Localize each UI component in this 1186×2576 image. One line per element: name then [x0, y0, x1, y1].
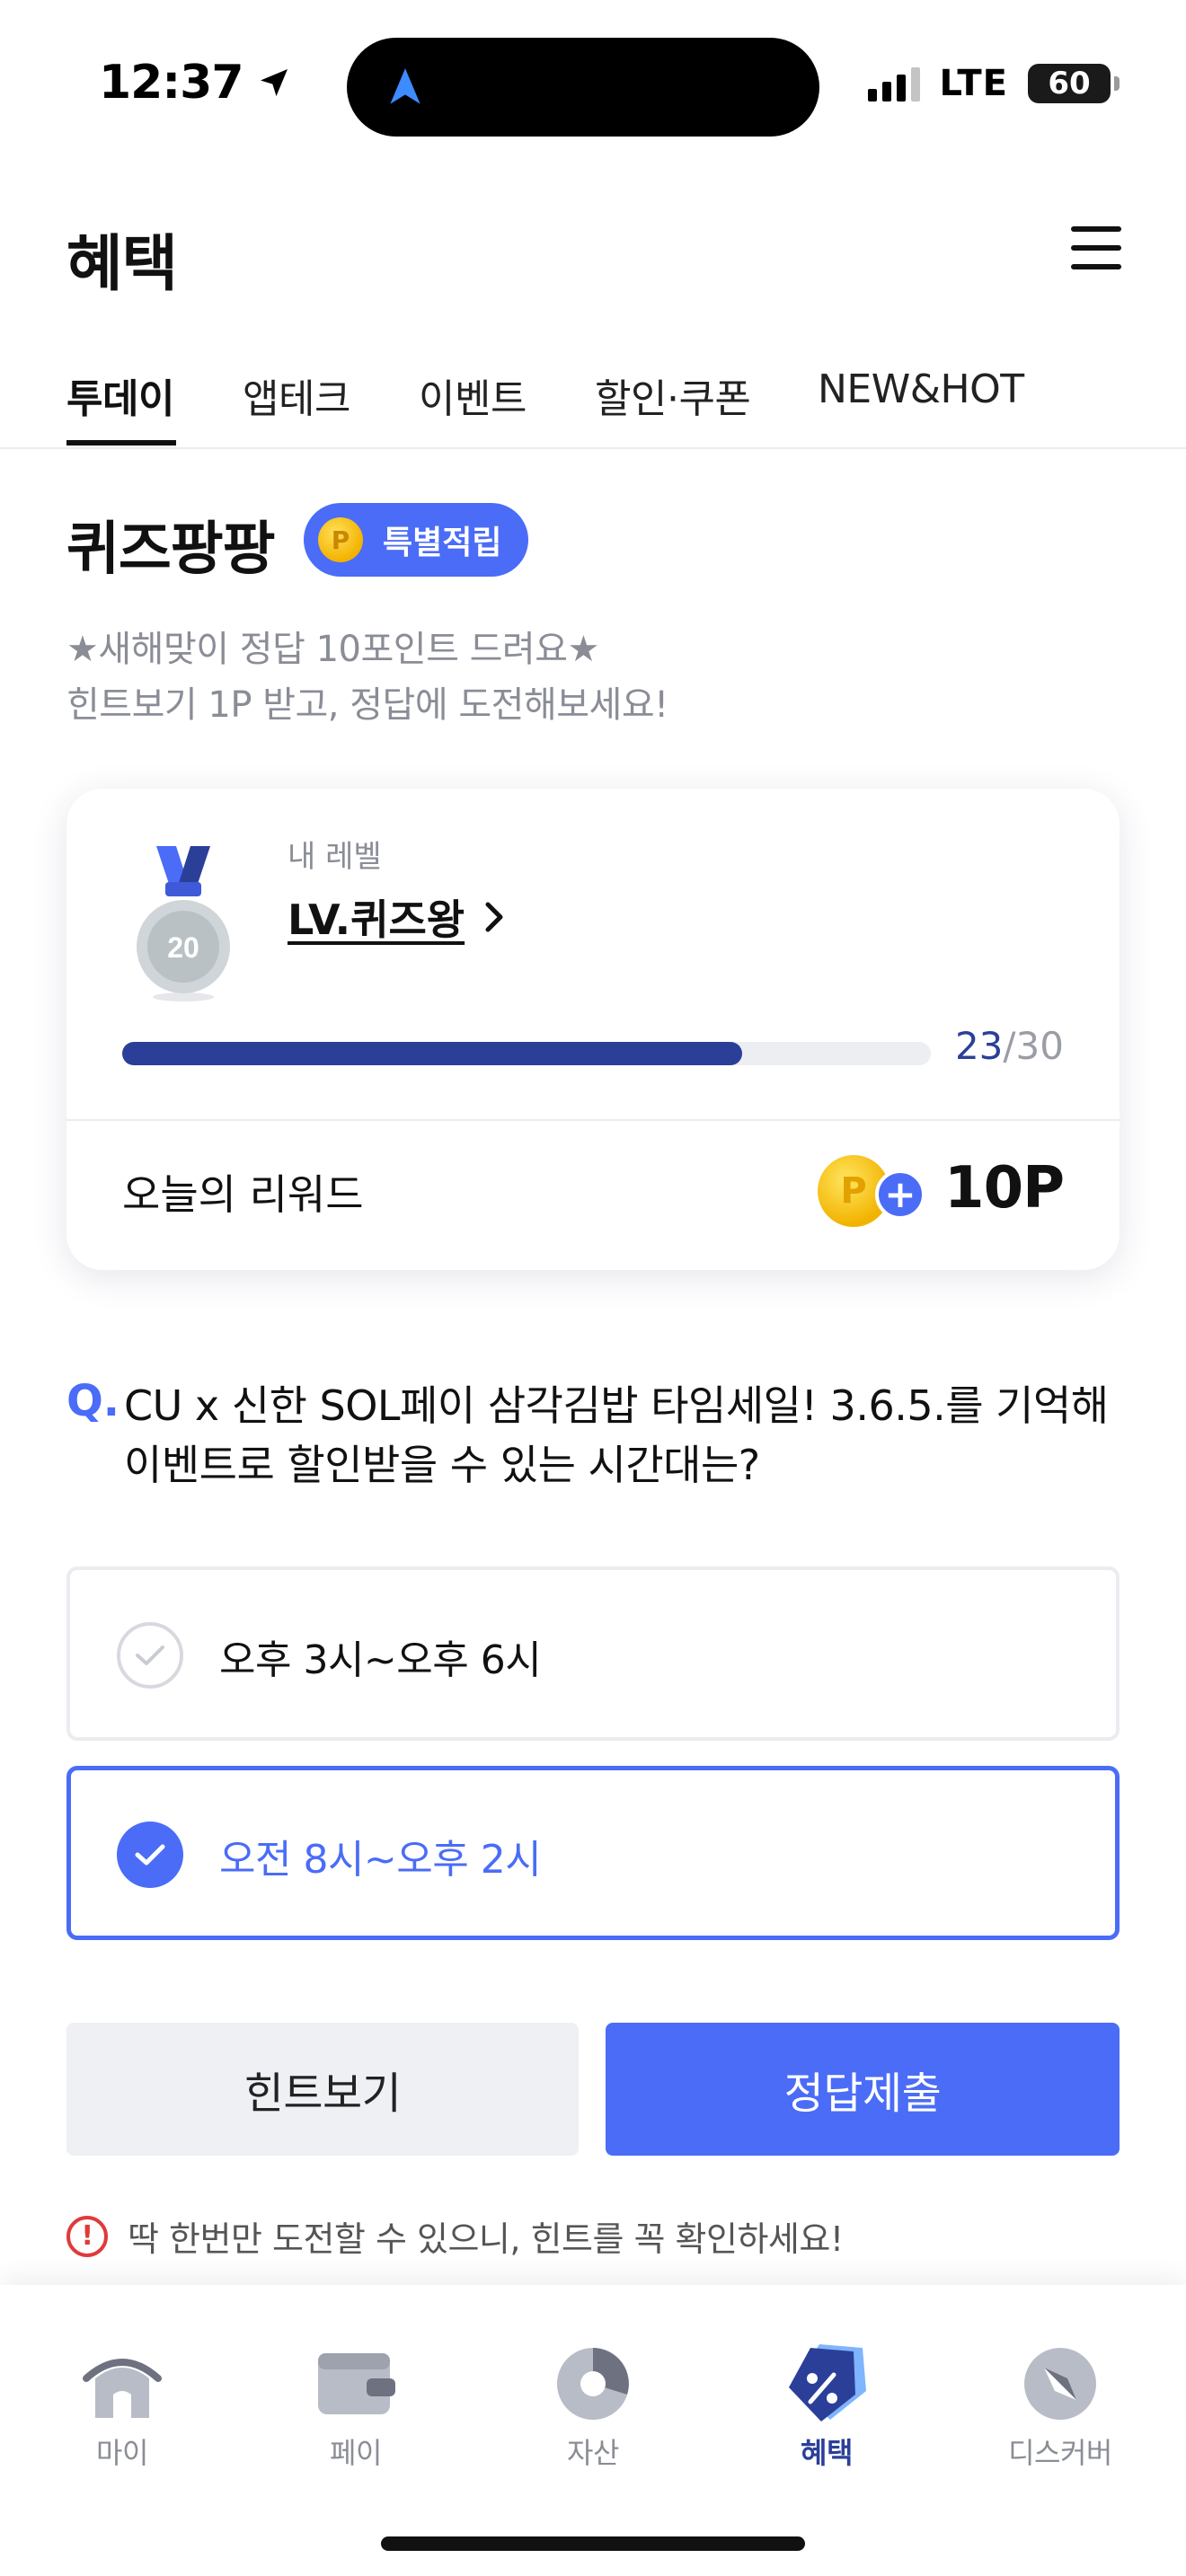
tab-discount-coupon[interactable]: 할인·쿠폰: [595, 366, 751, 424]
answer-option[interactable]: 오후 3시~오후 6시: [66, 1566, 1120, 1741]
menu-icon-bar: [1071, 245, 1121, 251]
nav-item-my[interactable]: 마이: [32, 2339, 212, 2472]
active-tab-indicator: [66, 440, 176, 446]
signal-icon: [867, 66, 920, 101]
tab-event[interactable]: 이벤트: [419, 366, 527, 424]
level-name: LV.퀴즈왕: [288, 895, 465, 944]
nav-item-assets[interactable]: 자산: [503, 2339, 683, 2472]
today-reward-value: 10P: [944, 1155, 1065, 1222]
badge-label: 특별적립: [383, 525, 502, 561]
discount-tag-icon: [789, 2344, 866, 2422]
quiz-description-line: 힌트보기 1P 받고, 정답에 도전해보세요!: [66, 684, 668, 726]
card-divider: [66, 1119, 1120, 1121]
nav-label: 페이: [330, 2436, 382, 2470]
network-type: LTE: [939, 63, 1008, 104]
check-circle-filled-icon: [117, 1822, 183, 1888]
navigation-arrow-icon: [390, 68, 420, 104]
level-progress-bar: [122, 1042, 931, 1065]
menu-icon-bar: [1071, 264, 1121, 269]
home-icon: [83, 2359, 162, 2418]
answer-option-selected[interactable]: 오전 8시~오후 2시: [66, 1766, 1120, 1940]
home-indicator: [381, 2536, 805, 2551]
nav-item-discover[interactable]: 디스커버: [970, 2339, 1150, 2472]
warning-text: 딱 한번만 도전할 수 있으니, 힌트를 꼭 확인하세요!: [128, 2219, 844, 2259]
page-title: 혜택: [66, 229, 178, 300]
nav-label: 자산: [567, 2436, 619, 2470]
progress-current: 23: [954, 1024, 1004, 1068]
level-card: 20 내 레벨 LV.퀴즈왕 23/30 오늘의 리워드 P + 10P: [66, 789, 1120, 1270]
status-time: 12:37: [99, 56, 292, 110]
chevron-right-icon: [485, 902, 503, 932]
submit-answer-button[interactable]: 정답제출: [606, 2023, 1120, 2156]
tab-today[interactable]: 투데이: [66, 366, 174, 424]
header: 혜택: [0, 198, 1186, 305]
battery-level: 60: [1048, 66, 1091, 101]
special-reward-badge: P 특별적립: [304, 503, 529, 577]
level-progress-fill: [122, 1042, 742, 1065]
tab-bar: 투데이 앱테크 이벤트 할인·쿠폰 NEW&HOT: [0, 357, 1186, 449]
status-time-text: 12:37: [99, 56, 244, 110]
battery-icon: 60: [1028, 64, 1120, 103]
location-arrow-icon: [260, 69, 288, 96]
nav-label: 디스커버: [1008, 2436, 1112, 2470]
answer-option-label: 오후 3시~오후 6시: [219, 1637, 542, 1683]
answer-option-label: 오전 8시~오후 2시: [219, 1837, 542, 1883]
medal-icon: 20: [137, 846, 230, 1001]
question-mark-label: Q.: [66, 1376, 120, 1426]
hint-button[interactable]: 힌트보기: [66, 2023, 579, 2156]
today-reward-label: 오늘의 리워드: [122, 1170, 364, 1219]
nav-label: 혜택: [801, 2436, 853, 2470]
dynamic-island: [347, 38, 819, 137]
tab-new-hot[interactable]: NEW&HOT: [818, 366, 1024, 412]
wallet-icon: [318, 2353, 395, 2414]
point-coin-icon: P: [318, 517, 363, 562]
tab-apptech[interactable]: 앱테크: [243, 366, 350, 424]
pie-chart-icon: [557, 2348, 629, 2420]
level-progress-text: 23/30: [955, 1024, 1064, 1068]
warning-message: ! 딱 한번만 도전할 수 있으니, 힌트를 꼭 확인하세요!: [66, 2211, 844, 2261]
compass-icon: [1024, 2348, 1096, 2420]
check-circle-icon: [117, 1622, 183, 1689]
status-bar: 12:37 LTE 60: [0, 0, 1186, 171]
quiz-title: 퀴즈팡팡: [66, 516, 276, 583]
nav-item-benefits[interactable]: 혜택: [737, 2339, 916, 2472]
question-text: CU x 신한 SOL페이 삼각김밥 타임세일! 3.6.5.를 기억해 이벤트…: [124, 1381, 1109, 1489]
warning-icon: !: [66, 2215, 108, 2257]
bottom-nav: 마이 페이 자산 혜택 디스커버: [0, 2285, 1186, 2576]
nav-item-pay[interactable]: 페이: [266, 2339, 446, 2472]
plus-icon: +: [875, 1169, 925, 1220]
menu-icon-bar: [1071, 226, 1121, 232]
level-link[interactable]: LV.퀴즈왕: [288, 887, 506, 947]
status-indicators: LTE 60: [867, 63, 1120, 104]
level-caption: 내 레벨: [288, 839, 382, 875]
quiz-description: ★새해맞이 정답 10포인트 드려요★ 힌트보기 1P 받고, 정답에 도전해보…: [66, 622, 668, 733]
nav-label: 마이: [96, 2436, 148, 2470]
menu-button[interactable]: [1071, 223, 1121, 273]
quiz-description-line: ★새해맞이 정답 10포인트 드려요★: [66, 629, 599, 670]
medal-number: 20: [167, 931, 199, 964]
progress-total: /30: [1003, 1024, 1064, 1068]
